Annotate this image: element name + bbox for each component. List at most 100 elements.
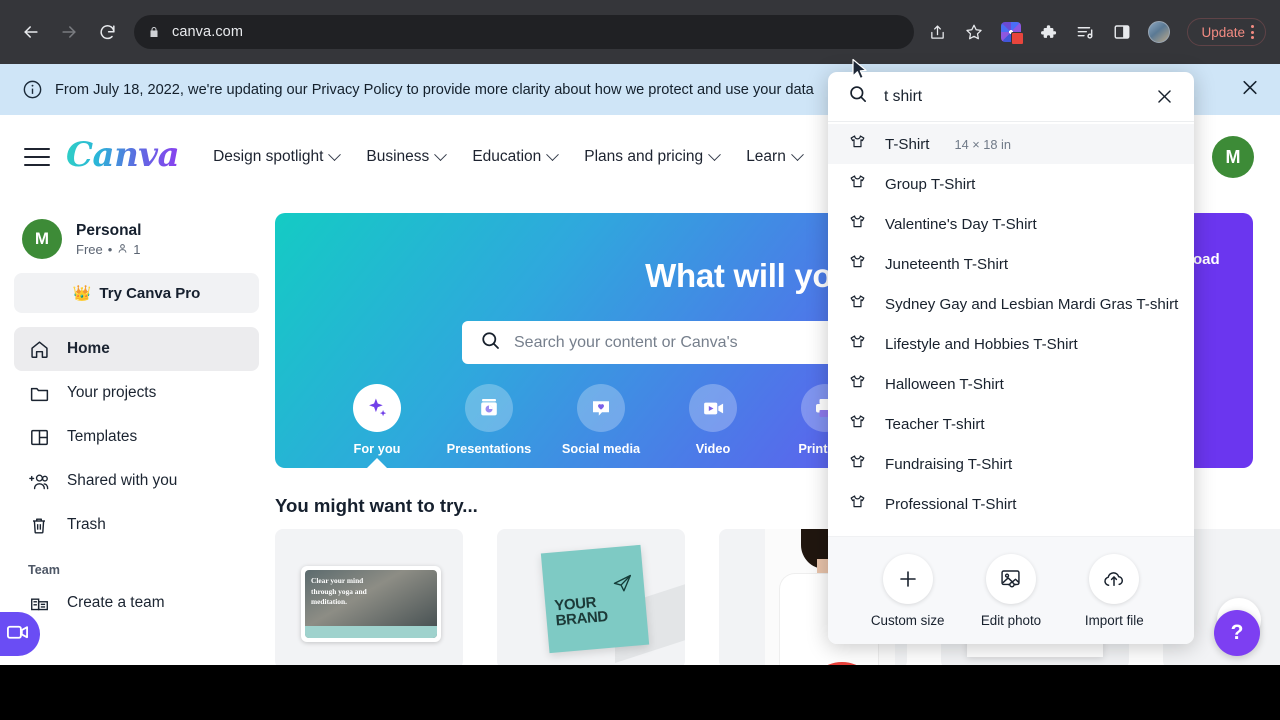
bookmark-star-icon[interactable] [961, 19, 987, 45]
action-import-file[interactable]: Import file [1063, 553, 1166, 628]
search-query-text: t shirt [884, 87, 923, 105]
dropdown-action-row: Custom size Edit photo Import file [828, 536, 1194, 644]
tshirt-icon [848, 293, 867, 316]
search-result-item[interactable]: Teacher T-shirt [828, 404, 1194, 444]
update-button[interactable]: Update [1187, 18, 1266, 46]
presentation-icon [465, 384, 513, 432]
card-image: Clear your mind through yoga and meditat… [305, 570, 437, 638]
sidebar-item-templates[interactable]: Templates [14, 415, 259, 459]
category-for-you[interactable]: For you [321, 384, 433, 456]
banner-close-icon[interactable] [1240, 77, 1260, 102]
sidebar-item-trash[interactable]: Trash [14, 503, 259, 547]
extensions-puzzle-icon[interactable] [1035, 19, 1061, 45]
nav-item-design-spotlight[interactable]: Design spotlight [213, 147, 342, 166]
main-navigation: Design spotlight Business Education Plan… [213, 147, 804, 166]
hero-search-placeholder: Search your content or Canva's [514, 333, 738, 351]
folder-icon [28, 382, 50, 404]
search-result-item[interactable]: Halloween T-Shirt [828, 364, 1194, 404]
workspace-switcher[interactable]: M Personal Free • 1 [14, 213, 259, 273]
category-presentations[interactable]: Presentations [433, 384, 545, 456]
nav-label: Design spotlight [213, 148, 324, 165]
info-icon [22, 79, 43, 100]
sidebar-item-your-projects[interactable]: Your projects [14, 371, 259, 415]
clear-search-icon[interactable] [1155, 87, 1174, 106]
result-label: Juneteenth T-Shirt [885, 255, 1009, 273]
canva-logo[interactable]: Canva [66, 135, 180, 179]
action-label: Import file [1084, 612, 1144, 628]
sidebar-label: Trash [67, 516, 106, 533]
nav-item-learn[interactable]: Learn [746, 147, 804, 166]
category-label: For you [353, 441, 401, 456]
workspace-name: Personal [76, 222, 142, 240]
action-label: Edit photo [980, 612, 1042, 628]
search-result-item[interactable]: Sydney Gay and Lesbian Mardi Gras T-shir… [828, 284, 1194, 324]
member-count: 1 [133, 241, 141, 257]
nav-item-plans-and-pricing[interactable]: Plans and pricing [584, 147, 722, 166]
reload-button[interactable] [90, 15, 124, 49]
sidebar-item-create-a-team[interactable]: Create a team [14, 581, 259, 625]
search-result-item[interactable]: Valentine's Day T-Shirt [828, 204, 1194, 244]
image-edit-icon [985, 553, 1036, 604]
sidebar-label: Home [67, 340, 110, 357]
forward-button[interactable] [52, 15, 86, 49]
nav-item-business[interactable]: Business [366, 147, 448, 166]
search-result-item[interactable]: Group T-Shirt [828, 164, 1194, 204]
extension-colorful-icon[interactable] [998, 19, 1025, 45]
tshirt-icon [848, 413, 867, 436]
card-brand-text: YOUR BRAND [554, 594, 609, 630]
mouse-cursor [851, 58, 869, 87]
shared-people-icon [28, 470, 50, 492]
result-label: Valentine's Day T-Shirt [885, 215, 1037, 233]
nav-item-education[interactable]: Education [472, 147, 560, 166]
profile-avatar-icon[interactable] [1146, 19, 1172, 45]
category-video[interactable]: Video [657, 384, 769, 456]
try-pro-label: Try Canva Pro [99, 284, 201, 302]
paper-plane-icon [611, 572, 635, 601]
reading-list-icon[interactable] [1072, 19, 1098, 45]
share-icon[interactable] [924, 19, 950, 45]
card-brand-square: YOUR BRAND [540, 544, 650, 654]
header-avatar[interactable]: M [1212, 136, 1254, 178]
sidebar-item-shared-with-you[interactable]: Shared with you [14, 459, 259, 503]
result-label: Teacher T-shirt [885, 415, 985, 433]
url-text: canva.com [172, 24, 244, 40]
card-yoga-meditation[interactable]: Clear your mind through yoga and meditat… [275, 529, 463, 665]
back-button[interactable] [14, 15, 48, 49]
tshirt-icon [848, 333, 867, 356]
category-label: Presentations [446, 441, 532, 456]
card-accent-strip [305, 626, 437, 638]
tshirt-icon [848, 253, 867, 276]
card-your-brand[interactable]: YOUR BRAND [497, 529, 685, 665]
result-label: Lifestyle and Hobbies T-Shirt [885, 335, 1078, 353]
chrome-menu-icon[interactable] [1251, 25, 1254, 39]
result-dimension: 14 × 18 in [954, 136, 1012, 152]
help-button[interactable]: ? [1214, 610, 1260, 656]
browser-window: canva.com Update From July 18, 2022, we'… [0, 0, 1280, 720]
dropdown-search-field[interactable]: t shirt [828, 72, 1194, 122]
navigation-buttons [14, 15, 124, 49]
upload-button[interactable]: oad [1189, 213, 1253, 468]
toolbar-icons: Update [924, 18, 1266, 46]
try-canva-pro-button[interactable]: 👑 Try Canva Pro [14, 273, 259, 313]
crown-icon: 👑 [72, 285, 92, 302]
result-label: Sydney Gay and Lesbian Mardi Gras T-shir… [885, 295, 1179, 313]
screen-bottom-bar [0, 665, 1280, 720]
brand-line-2: BRAND [555, 608, 609, 630]
nav-label: Plans and pricing [584, 148, 704, 165]
sidebar-item-home[interactable]: Home [14, 327, 259, 371]
action-custom-size[interactable]: Custom size [856, 553, 959, 628]
category-social-media[interactable]: Social media [545, 384, 657, 456]
search-result-item[interactable]: Professional T-Shirt [828, 484, 1194, 524]
search-result-item[interactable]: T-Shirt 14 × 18 in [828, 124, 1194, 164]
side-panel-icon[interactable] [1109, 19, 1135, 45]
result-label: Group T-Shirt [885, 175, 976, 193]
result-label: Halloween T-Shirt [885, 375, 1004, 393]
search-result-item[interactable]: Lifestyle and Hobbies T-Shirt [828, 324, 1194, 364]
hamburger-menu-icon[interactable] [24, 148, 50, 166]
search-result-item[interactable]: Fundraising T-Shirt [828, 444, 1194, 484]
address-bar[interactable]: canva.com [134, 15, 915, 49]
team-section-label: Team [28, 563, 60, 577]
separator: • [107, 241, 113, 257]
search-result-item[interactable]: Juneteenth T-Shirt [828, 244, 1194, 284]
action-edit-photo[interactable]: Edit photo [959, 553, 1062, 628]
